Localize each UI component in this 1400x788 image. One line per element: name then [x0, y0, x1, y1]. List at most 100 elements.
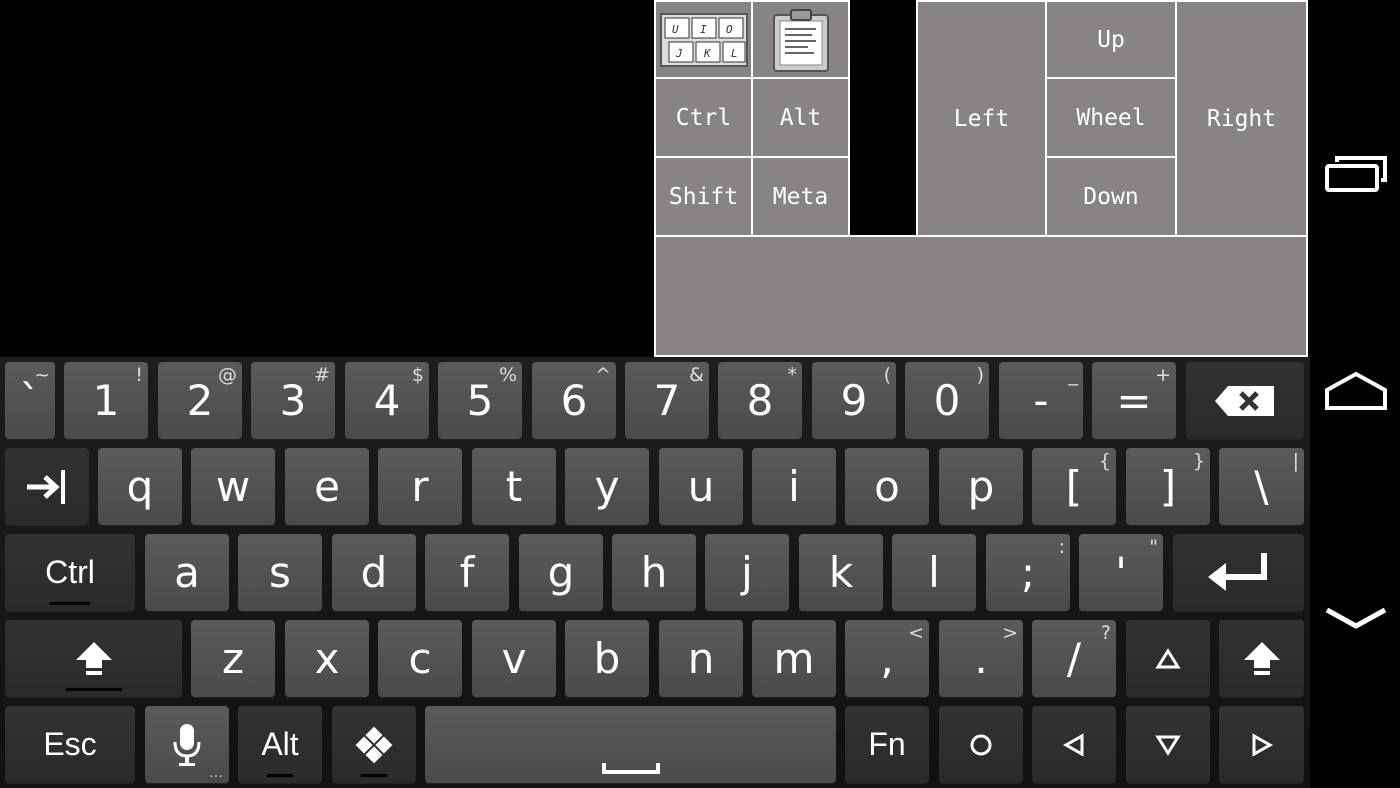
key-i[interactable]: i — [752, 448, 836, 525]
key-label: - — [1033, 375, 1049, 425]
ctrl-key[interactable]: Ctrl — [5, 534, 135, 611]
key-f[interactable]: f — [425, 534, 509, 611]
key-t[interactable]: t — [472, 448, 556, 525]
key-a[interactable]: a — [145, 534, 229, 611]
more-options-indicator: … — [209, 765, 223, 781]
key-equals[interactable]: = + — [1092, 362, 1176, 439]
mouse-right-button[interactable]: Right — [1175, 0, 1308, 237]
key-y[interactable]: y — [565, 448, 649, 525]
shift-key-left[interactable] — [5, 620, 182, 697]
voice-input-key[interactable]: … — [145, 706, 229, 783]
key-backtick[interactable]: ` ~ — [5, 362, 55, 439]
backspace-key[interactable] — [1186, 362, 1304, 439]
key-j[interactable]: j — [705, 534, 789, 611]
alt-key[interactable]: Alt — [238, 706, 322, 783]
key-sub-label: " — [1149, 536, 1158, 558]
modifier-indicator — [267, 774, 293, 777]
tab-key[interactable] — [5, 448, 89, 525]
key-4[interactable]: 4 $ — [345, 362, 429, 439]
pad-meta-button[interactable]: Meta — [751, 156, 850, 237]
key-w[interactable]: w — [191, 448, 275, 525]
key-3[interactable]: 3 # — [251, 362, 335, 439]
key-z[interactable]: z — [191, 620, 275, 697]
arrow-left-key[interactable] — [1032, 706, 1116, 783]
key-5[interactable]: 5% — [438, 362, 522, 439]
scroll-up-button[interactable]: Up — [1045, 0, 1177, 79]
fn-label: Fn — [868, 726, 906, 762]
home-button[interactable] — [1323, 368, 1389, 418]
clipboard-icon — [772, 8, 829, 72]
shift-key-right[interactable] — [1219, 620, 1304, 697]
key-m[interactable]: m — [752, 620, 836, 697]
pad-ctrl-button[interactable]: Ctrl — [654, 77, 753, 158]
key-k[interactable]: k — [799, 534, 883, 611]
key-period[interactable]: . > — [939, 620, 1023, 697]
key-1[interactable]: 1! — [64, 362, 148, 439]
key-2[interactable]: 2 @ — [158, 362, 242, 439]
clipboard-button[interactable] — [751, 0, 850, 79]
key-sub-label: > — [1002, 622, 1018, 644]
key-comma[interactable]: , < — [845, 620, 929, 697]
key-quote[interactable]: ' " — [1079, 534, 1163, 611]
shift-icon — [75, 641, 112, 675]
key-e[interactable]: e — [285, 448, 369, 525]
back-icon — [1325, 607, 1387, 629]
esc-key[interactable]: Esc — [5, 706, 135, 783]
arrow-right-key[interactable] — [1219, 706, 1304, 783]
key-8[interactable]: 8 * — [718, 362, 802, 439]
key-slash[interactable]: /? — [1032, 620, 1116, 697]
key-s[interactable]: s — [238, 534, 322, 611]
key-r[interactable]: r — [378, 448, 462, 525]
scroll-down-button[interactable]: Down — [1045, 156, 1177, 237]
tab-icon — [27, 469, 65, 504]
back-button[interactable] — [1323, 598, 1389, 638]
key-right-bracket[interactable]: ]} — [1126, 448, 1210, 525]
keyboard-toggle-button[interactable]: U I O J K L — [654, 0, 753, 79]
key-0[interactable]: 0) — [905, 362, 989, 439]
key-label: 9 — [840, 375, 868, 425]
key-label: 3 — [279, 375, 307, 425]
key-o[interactable]: o — [845, 448, 929, 525]
key-minus[interactable]: - _ — [999, 362, 1083, 439]
key-7[interactable]: 7 & — [625, 362, 709, 439]
key-label: ; — [1020, 547, 1036, 597]
key-sub-label: < — [908, 622, 924, 644]
key-u[interactable]: u — [659, 448, 743, 525]
key-p[interactable]: p — [939, 448, 1023, 525]
shift-icon — [1243, 641, 1280, 675]
key-label: b — [593, 633, 621, 683]
key-b[interactable]: b — [565, 620, 649, 697]
key-semicolon[interactable]: ;: — [986, 534, 1070, 611]
touchpad-area[interactable] — [654, 235, 1308, 357]
arrow-down-key[interactable] — [1126, 706, 1210, 783]
key-c[interactable]: c — [378, 620, 462, 697]
center-key[interactable] — [939, 706, 1023, 783]
key-label: r — [411, 461, 429, 511]
key-label: 8 — [746, 375, 774, 425]
key-n[interactable]: n — [659, 620, 743, 697]
pad-shift-button[interactable]: Shift — [654, 156, 753, 237]
key-h[interactable]: h — [612, 534, 696, 611]
space-key[interactable] — [425, 706, 836, 783]
mouse-wheel-button[interactable]: Wheel — [1045, 77, 1177, 158]
key-x[interactable]: x — [285, 620, 369, 697]
key-6[interactable]: 6 ^ — [532, 362, 616, 439]
key-label: 1 — [92, 375, 120, 425]
mouse-left-button[interactable]: Left — [916, 0, 1047, 237]
key-g[interactable]: g — [519, 534, 603, 611]
system-nav-bar — [1310, 0, 1400, 788]
enter-key[interactable] — [1173, 534, 1304, 611]
key-l[interactable]: l — [892, 534, 976, 611]
key-9[interactable]: 9( — [812, 362, 896, 439]
windows-key[interactable] — [332, 706, 416, 783]
key-d[interactable]: d — [332, 534, 416, 611]
key-backslash[interactable]: \ | — [1219, 448, 1304, 525]
arrow-up-key[interactable] — [1126, 620, 1210, 697]
key-label: = — [1116, 375, 1152, 425]
pad-alt-button[interactable]: Alt — [751, 77, 850, 158]
key-q[interactable]: q — [98, 448, 182, 525]
key-v[interactable]: v — [472, 620, 556, 697]
fn-key[interactable]: Fn — [845, 706, 929, 783]
key-left-bracket[interactable]: [{ — [1032, 448, 1116, 525]
recent-apps-button[interactable] — [1323, 150, 1389, 200]
